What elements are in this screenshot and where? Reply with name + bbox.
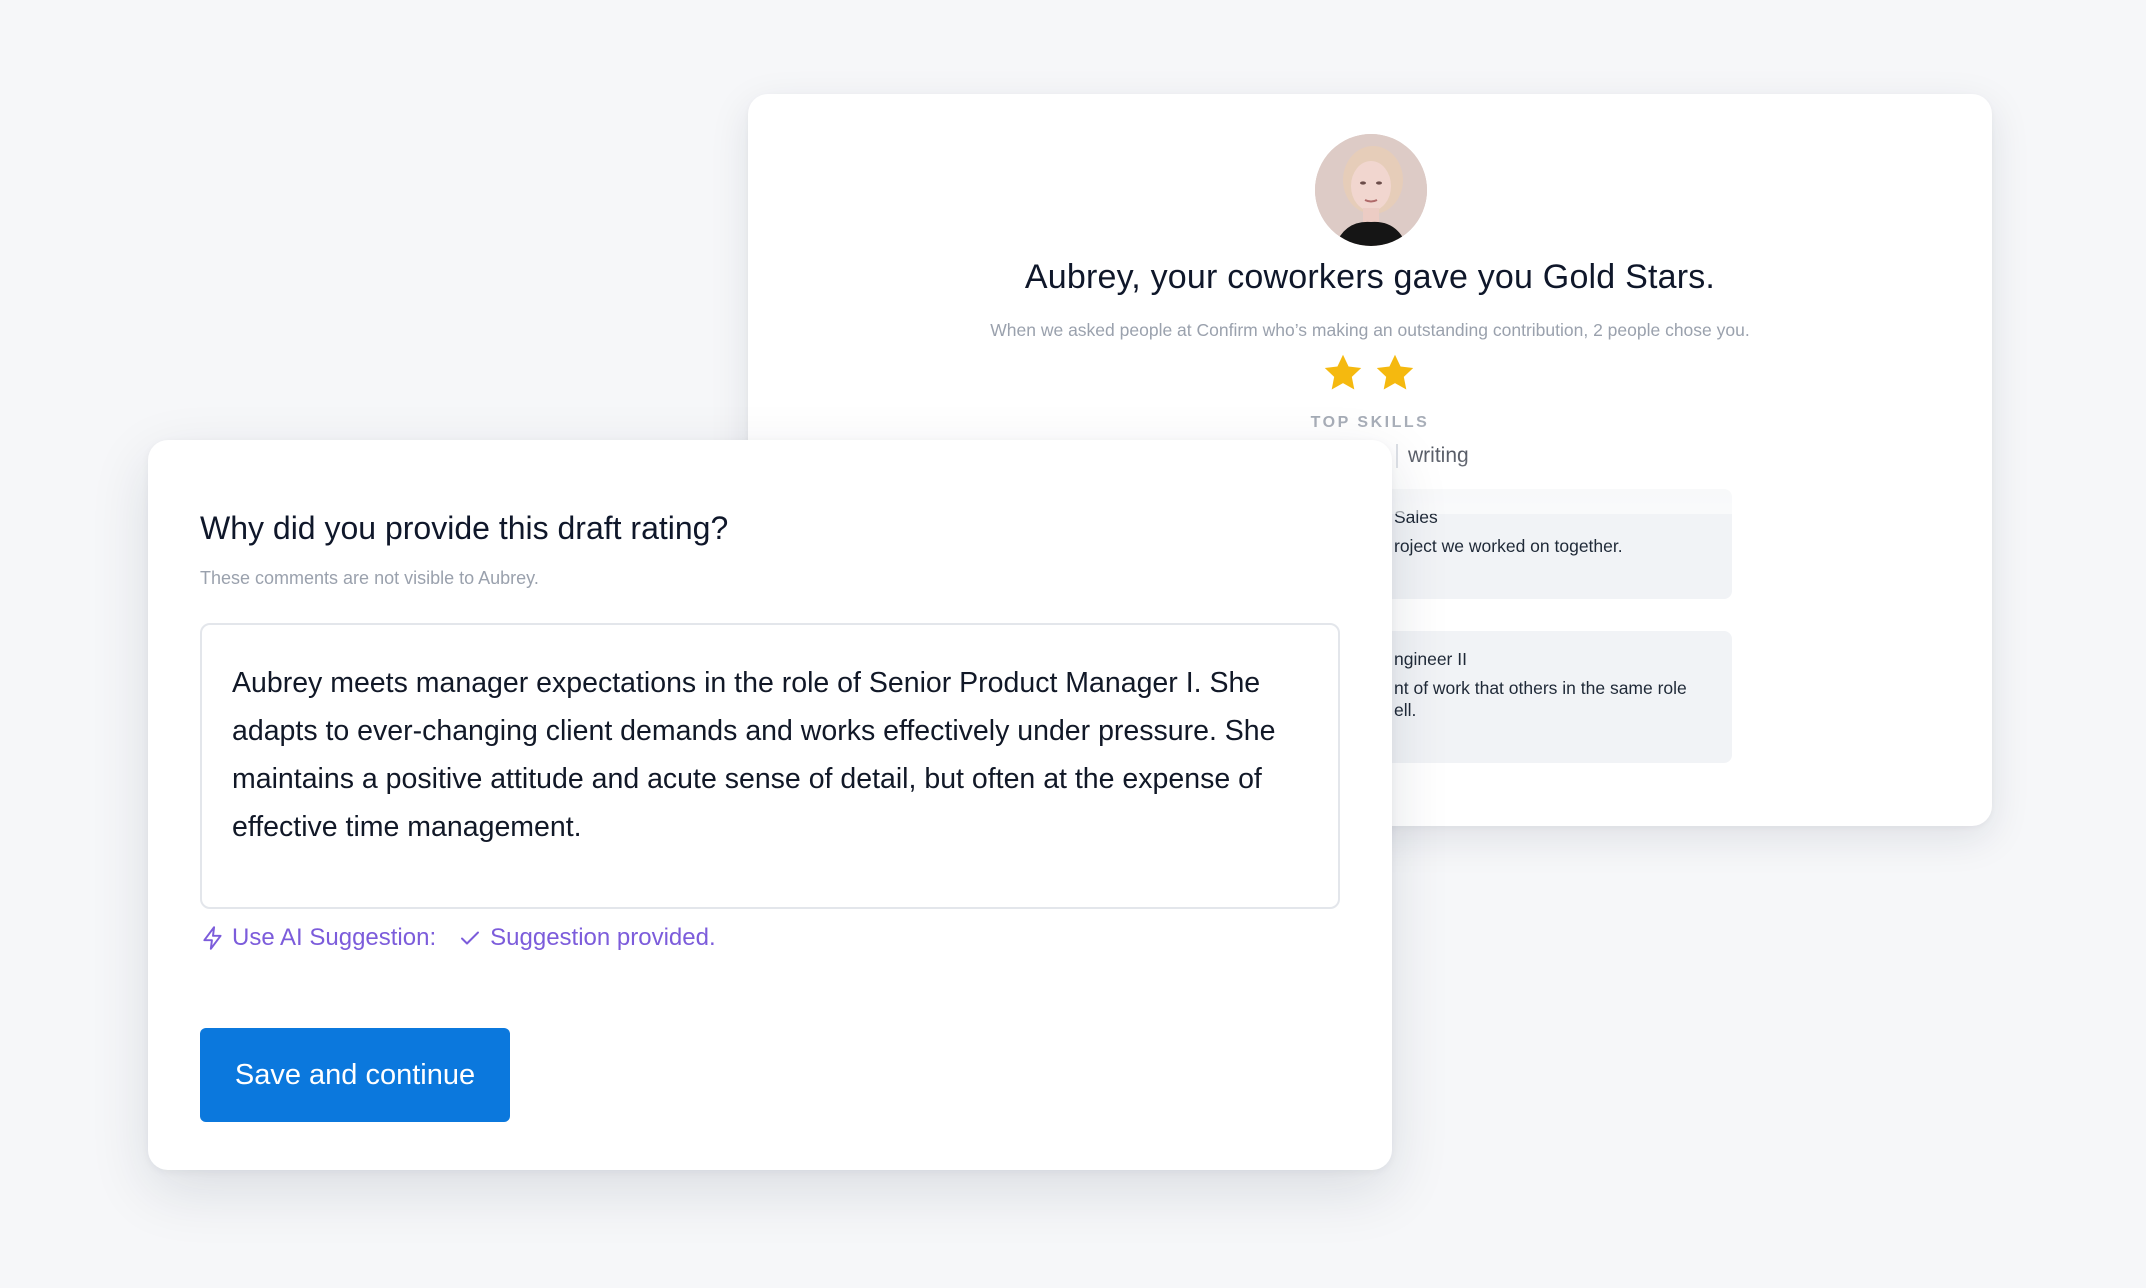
skills-row: writing <box>1396 444 1469 468</box>
testimonial-text: nt of work that others in the same role … <box>1394 678 1687 720</box>
testimonial-author: ngineer II <box>1394 649 1467 669</box>
visibility-note: These comments are not visible to Aubrey… <box>200 568 539 588</box>
gold-stars-title: Aubrey, your coworkers gave you Gold Sta… <box>1024 258 1716 296</box>
skill-tag: writing <box>1408 444 1469 467</box>
testimonial-author: Sales <box>1394 507 1438 527</box>
star-icon <box>1376 354 1414 390</box>
star-icon <box>1324 354 1362 390</box>
gold-stars <box>1320 350 1418 396</box>
skill-divider <box>1396 444 1398 468</box>
save-and-continue-button[interactable]: Save and continue <box>200 1028 510 1122</box>
draft-rating-question: Why did you provide this draft rating? <box>200 510 729 546</box>
lightning-bolt-icon <box>203 926 222 950</box>
avatar <box>1315 134 1427 246</box>
top-skills-label: TOP SKILLS <box>1310 414 1430 431</box>
avatar-portrait-icon <box>1315 134 1427 246</box>
checkmark-icon <box>461 931 480 945</box>
testimonial-text: roject we worked on together. <box>1394 536 1623 556</box>
comment-textarea[interactable]: Aubrey meets manager expectations in the… <box>200 623 1340 909</box>
use-ai-suggestion-link[interactable]: Use AI Suggestion: <box>232 924 436 952</box>
draft-rating-card: Why did you provide this draft rating? T… <box>148 440 1392 1170</box>
ai-suggestion-row: Use AI Suggestion: Suggestion provided. <box>200 924 716 952</box>
suggestion-status: Suggestion provided. <box>490 924 716 951</box>
gold-stars-subtitle: When we asked people at Confirm who’s ma… <box>990 320 1750 340</box>
